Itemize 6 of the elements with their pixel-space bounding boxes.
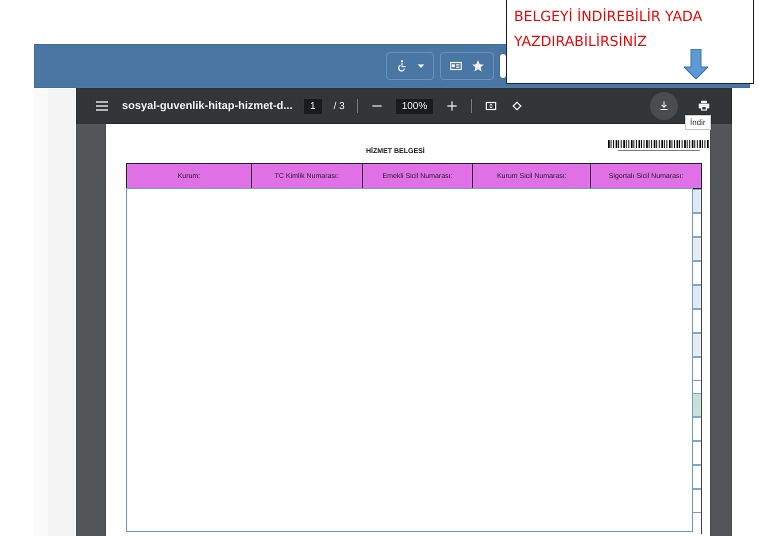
zoom-field[interactable]: 100% [396,98,434,114]
file-name: sosyal-guvenlik-hitap-hizmet-d... [122,100,292,112]
page-count: / 3 [334,100,345,112]
tooltip: İndir [685,115,711,130]
callout-text: BELGEYİ İNDİREBİLİR YADA YAZDIRABİLİRSİNİZ [514,7,704,52]
page-number-field[interactable]: 1 [304,98,322,114]
